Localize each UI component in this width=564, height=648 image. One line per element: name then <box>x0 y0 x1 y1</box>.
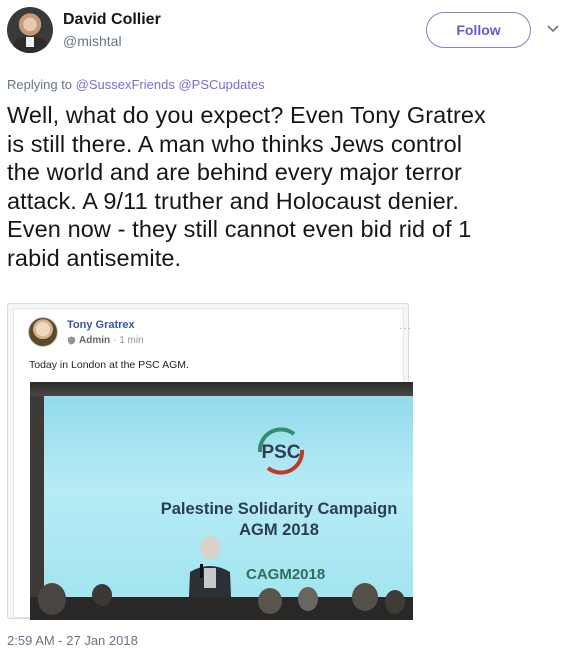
avatar-collar <box>26 37 34 47</box>
tweet-line: the world and are behind every major ter… <box>7 159 462 185</box>
admin-badge-icon <box>67 336 76 345</box>
psc-logo-text: PSC <box>261 442 300 463</box>
reply-prefix: Replying to <box>7 77 73 92</box>
tweet-line: Well, what do you expect? Even Tony Grat… <box>7 102 486 128</box>
slide-title-line1: Palestine Solidarity Campaign <box>160 500 398 518</box>
tweet-line: Even now - they still cannot even bid ri… <box>7 216 472 242</box>
audience-silhouettes <box>30 583 413 620</box>
chevron-down-icon[interactable] <box>546 22 560 36</box>
slide-title-line2: AGM 2018 <box>239 521 319 539</box>
event-photo: PSC Palestine Solidarity Campaign AGM 20… <box>30 382 413 620</box>
follow-button[interactable]: Follow <box>426 12 531 48</box>
post-time: · 1 min <box>113 335 144 346</box>
poster-name: Tony Gratrex <box>67 319 135 331</box>
author-avatar[interactable] <box>7 7 53 53</box>
tweet-line: rabid antisemite. <box>7 244 182 271</box>
poster-role: Admin <box>79 335 111 346</box>
slide-title: Palestine Solidarity Campaign AGM 2018 <box>129 499 413 541</box>
ceiling <box>30 382 413 396</box>
facebook-post-screenshot: Tony Gratrex Admin · 1 min ··· Today in … <box>13 308 413 620</box>
mention-link[interactable]: @PSCupdates <box>178 77 264 92</box>
author-handle[interactable]: @mishtal <box>63 33 122 49</box>
more-options-icon: ··· <box>399 323 412 334</box>
psc-logo: PSC <box>257 427 305 475</box>
mention-link[interactable]: @SussexFriends <box>76 77 175 92</box>
tweet-timestamp[interactable]: 2:59 AM - 27 Jan 2018 <box>7 633 138 648</box>
reply-context: Replying to @SussexFriends @PSCupdates <box>7 77 265 92</box>
poster-avatar <box>28 317 58 347</box>
post-text: Today in London at the PSC AGM. <box>29 359 189 371</box>
tweet-line: attack. A 9/11 truther and Holocaust den… <box>7 187 460 214</box>
tweet-text: Well, what do you expect? Even Tony Grat… <box>7 101 559 272</box>
author-name[interactable]: David Collier <box>63 11 161 29</box>
tweet-line: is still there. A man who thinks Jews co… <box>7 130 463 157</box>
embedded-image[interactable]: Tony Gratrex Admin · 1 min ··· Today in … <box>7 303 413 620</box>
poster-meta: Admin · 1 min <box>67 335 144 346</box>
